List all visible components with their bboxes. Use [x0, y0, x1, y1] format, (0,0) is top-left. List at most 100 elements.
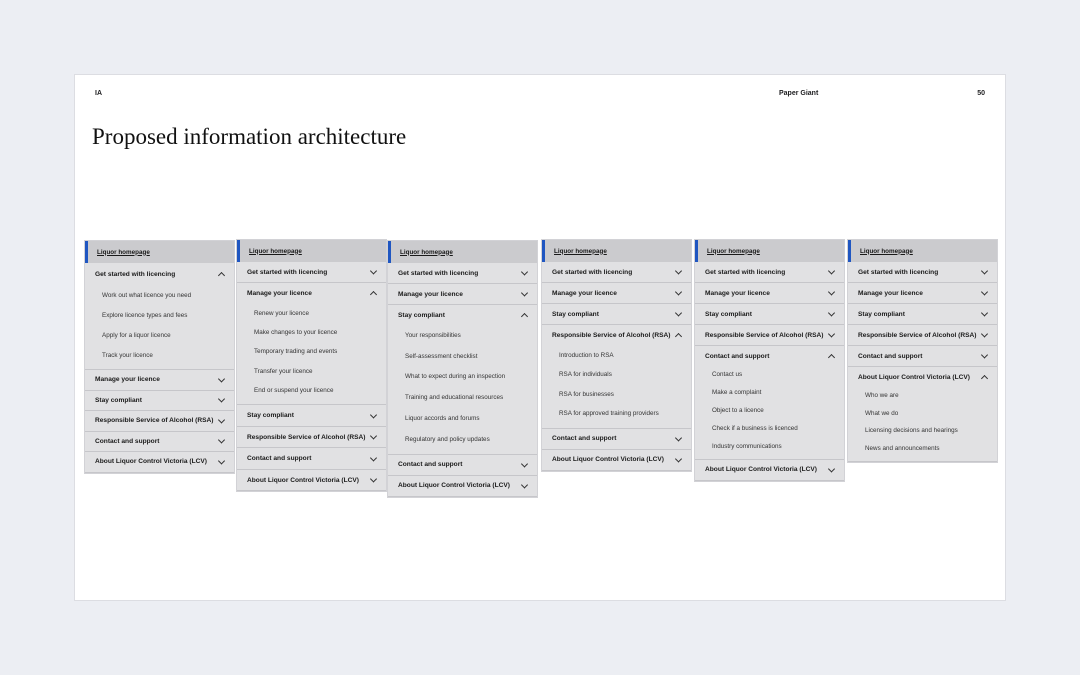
chevron-up-icon — [520, 312, 529, 321]
nav-section-label: Stay compliant — [705, 310, 752, 318]
nav-section-label: Get started with licencing — [247, 268, 328, 276]
nav-section[interactable]: About Liquor Control Victoria (LCV) — [848, 367, 997, 387]
nav-section[interactable]: Get started with licencing — [237, 262, 386, 283]
nav-section[interactable]: About Liquor Control Victoria (LCV) — [542, 450, 691, 471]
nav-section-label: Stay compliant — [552, 310, 599, 318]
nav-section[interactable]: Stay compliant — [848, 304, 997, 325]
chevron-down-icon — [520, 289, 529, 297]
nav-section-label: Manage your licence — [858, 289, 923, 297]
nav-subitem[interactable]: Licensing decisions and hearings — [848, 422, 997, 440]
nav-section[interactable]: About Liquor Control Victoria (LCV) — [85, 452, 234, 473]
nav-subitem[interactable]: Industry communications — [695, 437, 844, 455]
chevron-up-icon — [980, 374, 989, 383]
nav-subitem[interactable]: Object to a licence — [695, 402, 844, 420]
nav-section[interactable]: Stay compliant — [388, 305, 537, 325]
nav-subitem[interactable]: Explore licence types and fees — [85, 305, 234, 325]
nav-subitem[interactable]: What we do — [848, 405, 997, 423]
nav-section[interactable]: Contact and support — [848, 346, 997, 367]
nav-subitem[interactable]: RSA for approved training providers — [542, 404, 691, 424]
nav-section[interactable]: Contact and support — [237, 448, 386, 470]
chevron-down-icon — [217, 457, 226, 465]
chevron-up-icon — [369, 291, 378, 299]
nav-subitem[interactable]: Apply for a liquor licence — [85, 325, 234, 345]
homepage-link[interactable]: Liquor homepage — [85, 241, 234, 263]
nav-subitem[interactable]: Self-assessment checklist — [388, 346, 537, 367]
chevron-down-icon — [827, 309, 836, 317]
nav-section[interactable]: Stay compliant — [695, 304, 844, 325]
nav-section[interactable]: Responsible Service of Alcohol (RSA) — [695, 325, 844, 346]
nav-subitem[interactable]: News and announcements — [848, 440, 997, 458]
nav-section[interactable]: Stay compliant — [237, 405, 386, 427]
chevron-down-icon — [217, 436, 226, 444]
nav-section-label: Contact and support — [858, 352, 923, 360]
nav-subitem[interactable]: Introduction to RSA — [542, 346, 691, 366]
nav-subitem[interactable]: Work out what licence you need — [85, 285, 234, 305]
nav-section[interactable]: Responsible Service of Alcohol (RSA) — [542, 325, 691, 345]
nav-section-label: Responsible Service of Alcohol (RSA) — [95, 417, 214, 425]
nav-subitem[interactable]: What to expect during an inspection — [388, 367, 537, 388]
nav-subitem[interactable]: Liquor accords and forums — [388, 408, 537, 429]
nav-section[interactable]: Get started with licencing — [388, 263, 537, 284]
nav-subitem[interactable]: Who we are — [848, 387, 997, 405]
nav-subitems: Your responsibilities Self-assessment che… — [388, 325, 537, 455]
chevron-down-icon — [520, 268, 529, 276]
homepage-link[interactable]: Liquor homepage — [695, 240, 844, 262]
nav-subitem[interactable]: Contact us — [695, 366, 844, 384]
nav-subitem[interactable]: Transfer your licence — [237, 362, 386, 381]
homepage-link[interactable]: Liquor homepage — [848, 240, 997, 262]
nav-section[interactable]: Manage your licence — [85, 370, 234, 391]
section-label: IA — [95, 90, 102, 97]
nav-subitem[interactable]: Your responsibilities — [388, 325, 537, 346]
nav-section[interactable]: Manage your licence — [388, 284, 537, 305]
nav-section[interactable]: Contact and support — [85, 432, 234, 452]
nav-section[interactable]: Contact and support — [542, 429, 691, 450]
nav-section[interactable]: Get started with licencing — [848, 262, 997, 283]
nav-section[interactable]: Manage your licence — [848, 283, 997, 304]
nav-section[interactable]: Manage your licence — [542, 283, 691, 305]
nav-section[interactable]: Contact and support — [388, 455, 537, 476]
nav-subitem[interactable]: Training and educational resources — [388, 387, 537, 408]
nav-subitem[interactable]: Renew your licence — [237, 304, 386, 323]
nav-section[interactable]: Stay compliant — [85, 391, 234, 411]
nav-panel-2: Liquor homepage Get started with licencin… — [237, 240, 386, 492]
nav-subitem[interactable]: Temporary trading and events — [237, 342, 386, 361]
nav-section[interactable]: Manage your licence — [237, 283, 386, 304]
homepage-link[interactable]: Liquor homepage — [388, 241, 537, 263]
homepage-link[interactable]: Liquor homepage — [237, 240, 386, 262]
nav-section[interactable]: About Liquor Control Victoria (LCV) — [388, 476, 537, 497]
nav-subitem[interactable]: End or suspend your licence — [237, 381, 386, 400]
nav-subitem[interactable]: Make changes to your licence — [237, 323, 386, 342]
nav-section[interactable]: Manage your licence — [695, 283, 844, 304]
chevron-down-icon — [980, 330, 989, 338]
nav-section-label: Manage your licence — [247, 289, 312, 297]
homepage-link[interactable]: Liquor homepage — [542, 240, 691, 262]
nav-section[interactable]: Responsible Service of Alcohol (RSA) — [85, 411, 234, 432]
chevron-down-icon — [827, 288, 836, 296]
nav-section-label: Responsible Service of Alcohol (RSA) — [858, 331, 977, 339]
nav-section[interactable]: Contact and support — [695, 346, 844, 366]
nav-section[interactable]: Get started with licencing — [542, 262, 691, 283]
nav-section[interactable]: About Liquor Control Victoria (LCV) — [237, 470, 386, 492]
chevron-down-icon — [369, 475, 378, 483]
chevron-down-icon — [217, 416, 226, 424]
nav-section-label: Get started with licencing — [858, 268, 939, 276]
chevron-down-icon — [827, 330, 836, 338]
nav-subitem[interactable]: Regulatory and policy updates — [388, 429, 537, 450]
nav-section[interactable]: Responsible Service of Alcohol (RSA) — [848, 325, 997, 346]
nav-subitem[interactable]: RSA for businesses — [542, 385, 691, 405]
nav-subitems: Introduction to RSA RSA for individuals RS… — [542, 346, 691, 429]
nav-section[interactable]: Responsible Service of Alcohol (RSA) — [237, 427, 386, 449]
chevron-down-icon — [980, 351, 989, 359]
nav-subitem[interactable]: Make a complaint — [695, 384, 844, 402]
nav-section-label: Manage your licence — [398, 290, 463, 298]
nav-section-label: Responsible Service of Alcohol (RSA) — [247, 433, 366, 441]
nav-section[interactable]: About Liquor Control Victoria (LCV) — [695, 460, 844, 481]
nav-section[interactable]: Get started with licencing — [85, 263, 234, 285]
nav-subitem[interactable]: Check if a business is licenced — [695, 419, 844, 437]
nav-section[interactable]: Stay compliant — [542, 304, 691, 326]
nav-section[interactable]: Get started with licencing — [695, 262, 844, 283]
nav-subitem[interactable]: Track your licence — [85, 345, 234, 365]
nav-section-label: About Liquor Control Victoria (LCV) — [247, 476, 359, 484]
nav-subitem[interactable]: RSA for individuals — [542, 365, 691, 385]
nav-section-label: About Liquor Control Victoria (LCV) — [95, 458, 207, 466]
